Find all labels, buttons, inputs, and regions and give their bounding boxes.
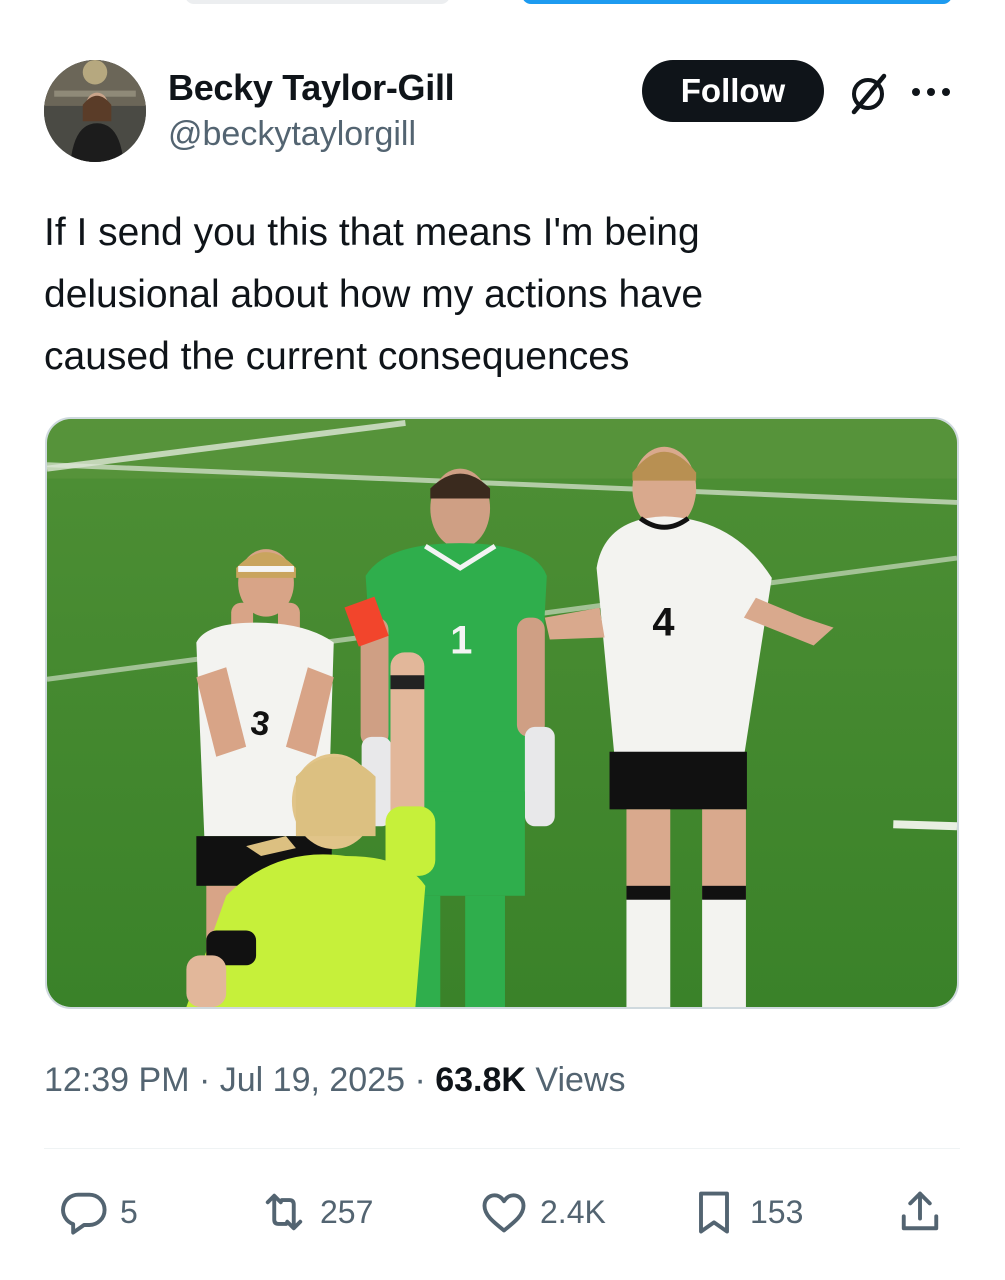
- share-button[interactable]: [894, 1182, 946, 1242]
- views-label: Views: [525, 1061, 626, 1099]
- like-icon: [482, 1193, 526, 1233]
- jersey-number-1: 1: [450, 618, 472, 662]
- top-tab-pill-right[interactable]: [522, 0, 952, 4]
- media-photo: 3 1 4: [47, 419, 957, 1007]
- tweet-date[interactable]: Jul 19, 2025: [220, 1061, 405, 1099]
- reply-button[interactable]: 5: [58, 1182, 138, 1242]
- follow-button[interactable]: Follow: [642, 60, 824, 122]
- meta-separator: ·: [189, 1061, 220, 1099]
- bookmark-button[interactable]: 153: [688, 1182, 803, 1242]
- avatar[interactable]: [44, 60, 146, 162]
- retweet-icon: [265, 1193, 303, 1231]
- avatar-image: [44, 60, 146, 162]
- more-icon[interactable]: [912, 80, 960, 104]
- retweet-count: 257: [320, 1193, 374, 1230]
- jersey-number-4: 4: [652, 601, 674, 645]
- reply-count: 5: [120, 1193, 138, 1230]
- like-count: 2.4K: [540, 1193, 606, 1230]
- meta-separator: ·: [405, 1061, 436, 1099]
- tweet-header: Becky Taylor-Gill @beckytaylorgill Follo…: [44, 60, 961, 164]
- tweet-time[interactable]: 12:39 PM: [44, 1061, 190, 1099]
- grok-icon[interactable]: [846, 72, 890, 116]
- tweet-text: If I send you this that means I'm being …: [44, 211, 704, 378]
- action-bar: 5 257 2.4K 153: [44, 1182, 960, 1242]
- views-count: 63.8K: [435, 1061, 526, 1099]
- share-icon: [901, 1191, 939, 1231]
- reply-icon: [61, 1192, 107, 1235]
- bookmark-icon: [699, 1191, 729, 1234]
- top-tab-pill-left: [185, 0, 450, 4]
- bookmark-count: 153: [750, 1193, 804, 1230]
- author-handle[interactable]: @beckytaylorgill: [168, 112, 454, 156]
- like-button[interactable]: 2.4K: [478, 1182, 606, 1242]
- author-names: Becky Taylor-Gill @beckytaylorgill: [168, 66, 455, 156]
- retweet-button[interactable]: 257: [258, 1182, 373, 1242]
- tweet-media[interactable]: 3 1 4: [45, 417, 959, 1009]
- divider: [44, 1148, 960, 1149]
- author-display-name[interactable]: Becky Taylor-Gill: [168, 66, 455, 110]
- tweet-meta: 12:39 PM · Jul 19, 2025 · 63.8K Views: [44, 1058, 626, 1102]
